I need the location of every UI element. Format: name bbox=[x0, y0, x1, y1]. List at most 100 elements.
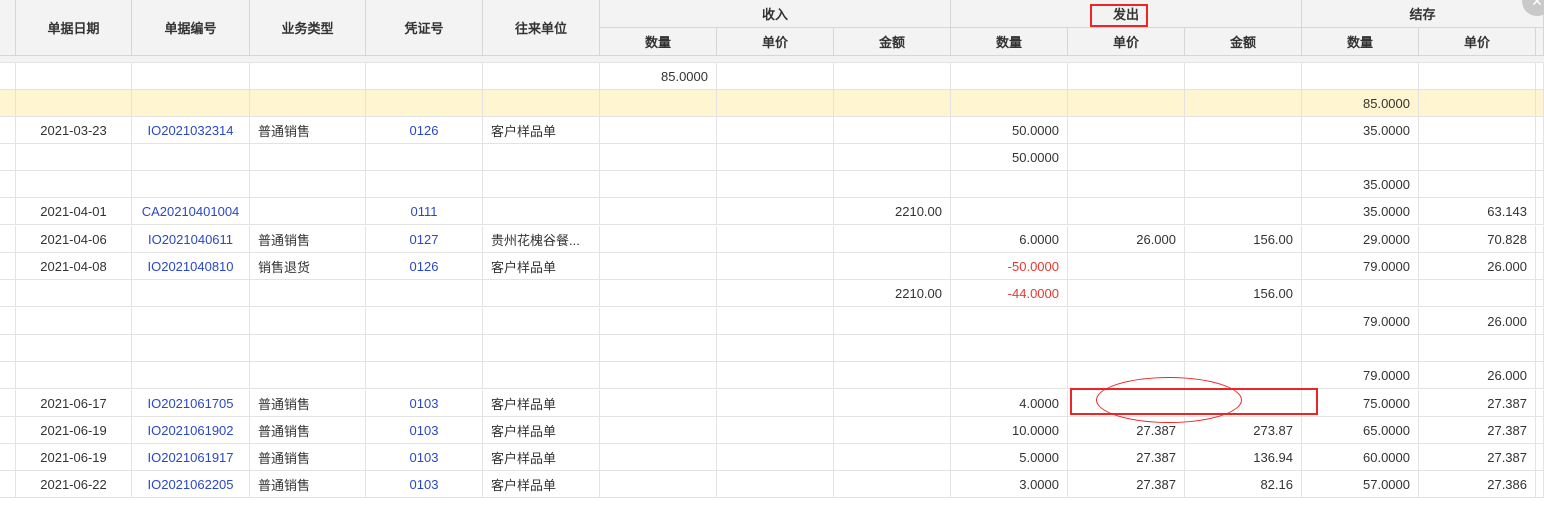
cell-out-qty bbox=[951, 335, 1068, 362]
cell-date: 2021-06-19 bbox=[16, 444, 132, 471]
cell-out-price bbox=[1068, 117, 1185, 144]
cell-out-qty: 4.0000 bbox=[951, 390, 1068, 417]
cell-bal-price bbox=[1419, 90, 1536, 117]
cell-in-qty bbox=[600, 144, 717, 171]
table-row[interactable]: 2021-03-23 IO2021032314 普通销售 0126 客户样品单 50.00… bbox=[0, 117, 1544, 144]
cell-biz-type: 普通销售 bbox=[250, 471, 366, 498]
table-row[interactable]: 2021-06-22 IO2021062205 普通销售 0103 客户样品单 3.000… bbox=[0, 471, 1544, 498]
col-header-bal-qty[interactable]: 数量 bbox=[1302, 28, 1419, 56]
cell-biz-type bbox=[250, 90, 366, 117]
cell-in-qty bbox=[600, 171, 717, 198]
cell-partner: 贵州花槐谷餐... bbox=[483, 226, 600, 253]
col-header-overflow bbox=[1536, 28, 1544, 56]
col-header-bal-price[interactable]: 单价 bbox=[1419, 28, 1536, 56]
cell-voucher bbox=[366, 308, 483, 335]
cell-in-amount bbox=[834, 253, 951, 280]
col-header-in-qty[interactable]: 数量 bbox=[600, 28, 717, 56]
cell-doc-no[interactable]: IO2021040611 bbox=[132, 226, 250, 253]
table-row[interactable]: 50.0000 bbox=[0, 144, 1544, 171]
cell-doc-no[interactable]: IO2021062205 bbox=[132, 471, 250, 498]
cell-bal-qty: 35.0000 bbox=[1302, 171, 1419, 198]
table-row[interactable]: 2210.00 -44.0000 156.00 bbox=[0, 280, 1544, 307]
table-row[interactable]: 2021-06-17 IO2021061705 普通销售 0103 客户样品单 4.000… bbox=[0, 390, 1544, 417]
stock-ledger-table: 单据日期 单据编号 业务类型 凭证号 往来单位 收入 发出 结存 数量 单价 金… bbox=[0, 0, 1544, 508]
cell-voucher[interactable]: 0111 bbox=[366, 198, 483, 225]
cell-doc-no[interactable]: IO2021040810 bbox=[132, 253, 250, 280]
cell-biz-type bbox=[250, 308, 366, 335]
cell-doc-no[interactable]: IO2021061705 bbox=[132, 390, 250, 417]
cell-out-qty: 6.0000 bbox=[951, 226, 1068, 253]
cell-in-price bbox=[717, 198, 834, 225]
col-header-voucher[interactable]: 凭证号 bbox=[366, 0, 483, 56]
cell-in-price bbox=[717, 417, 834, 444]
cell-out-qty: 5.0000 bbox=[951, 444, 1068, 471]
cell-partner: 客户样品单 bbox=[483, 471, 600, 498]
cell-bal-price bbox=[1419, 144, 1536, 171]
row-overflow bbox=[1536, 335, 1544, 362]
col-header-out-price[interactable]: 单价 bbox=[1068, 28, 1185, 56]
cell-voucher[interactable]: 0126 bbox=[366, 253, 483, 280]
table-row[interactable]: 2021-06-19 IO2021061902 普通销售 0103 客户样品单 10.00… bbox=[0, 417, 1544, 444]
table-row[interactable]: 79.0000 26.000 bbox=[0, 362, 1544, 389]
table-row[interactable] bbox=[0, 335, 1544, 362]
cell-in-qty bbox=[600, 90, 717, 117]
col-header-doc-no[interactable]: 单据编号 bbox=[132, 0, 250, 56]
cell-in-price bbox=[717, 117, 834, 144]
col-header-in-amount[interactable]: 金额 bbox=[834, 28, 951, 56]
row-overflow bbox=[1536, 117, 1544, 144]
group-header-balance: 结存 bbox=[1302, 0, 1544, 28]
cell-voucher[interactable]: 0103 bbox=[366, 390, 483, 417]
cell-in-qty bbox=[600, 444, 717, 471]
col-header-partner[interactable]: 往来单位 bbox=[483, 0, 600, 56]
row-selector bbox=[0, 144, 16, 171]
table-row[interactable]: 2021-04-08 IO2021040810 销售退货 0126 客户样品单 -50.0… bbox=[0, 253, 1544, 280]
col-header-date[interactable]: 单据日期 bbox=[16, 0, 132, 56]
cell-doc-no[interactable]: IO2021032314 bbox=[132, 117, 250, 144]
cell-bal-qty: 29.0000 bbox=[1302, 226, 1419, 253]
cell-bal-qty: 35.0000 bbox=[1302, 198, 1419, 225]
table-row[interactable]: 2021-04-01 CA20210401004 0111 2210.00 35.000… bbox=[0, 198, 1544, 225]
cell-in-price bbox=[717, 390, 834, 417]
cell-voucher bbox=[366, 362, 483, 389]
table-row[interactable]: 2021-04-06 IO2021040611 普通销售 0127 贵州花槐谷餐... 6… bbox=[0, 226, 1544, 253]
cell-voucher[interactable]: 0127 bbox=[366, 226, 483, 253]
cell-biz-type bbox=[250, 280, 366, 307]
table-row[interactable]: 2021-06-19 IO2021061917 普通销售 0103 客户样品单 5.000… bbox=[0, 444, 1544, 471]
cell-out-amount bbox=[1185, 171, 1302, 198]
col-header-out-qty[interactable]: 数量 bbox=[951, 28, 1068, 56]
col-header-biz-type[interactable]: 业务类型 bbox=[250, 0, 366, 56]
cell-biz-type bbox=[250, 335, 366, 362]
table-row[interactable]: 79.0000 26.000 bbox=[0, 308, 1544, 335]
row-selector bbox=[0, 444, 16, 471]
row-selector bbox=[0, 226, 16, 253]
cell-doc-no[interactable]: IO2021061917 bbox=[132, 444, 250, 471]
cell-partner bbox=[483, 63, 600, 90]
cell-voucher[interactable]: 0103 bbox=[366, 417, 483, 444]
cell-doc-no[interactable]: CA20210401004 bbox=[132, 198, 250, 225]
cell-out-amount: 82.16 bbox=[1185, 471, 1302, 498]
table-row[interactable]: 85.0000 bbox=[0, 90, 1544, 117]
cell-in-price bbox=[717, 471, 834, 498]
cell-in-price bbox=[717, 308, 834, 335]
cell-doc-no bbox=[132, 144, 250, 171]
cell-date bbox=[16, 63, 132, 90]
cell-doc-no[interactable]: IO2021061902 bbox=[132, 417, 250, 444]
cell-voucher[interactable]: 0126 bbox=[366, 117, 483, 144]
cell-date bbox=[16, 90, 132, 117]
cell-voucher bbox=[366, 144, 483, 171]
cell-voucher[interactable]: 0103 bbox=[366, 444, 483, 471]
cell-bal-price: 26.000 bbox=[1419, 308, 1536, 335]
cell-biz-type: 普通销售 bbox=[250, 417, 366, 444]
header-body-gap bbox=[0, 56, 1544, 63]
cell-out-amount bbox=[1185, 63, 1302, 90]
col-header-out-amount[interactable]: 金额 bbox=[1185, 28, 1302, 56]
cell-date: 2021-04-01 bbox=[16, 198, 132, 225]
table-header: 单据日期 单据编号 业务类型 凭证号 往来单位 收入 发出 结存 数量 单价 金… bbox=[0, 0, 1544, 56]
cell-voucher[interactable]: 0103 bbox=[366, 471, 483, 498]
cell-out-price bbox=[1068, 253, 1185, 280]
col-header-in-price[interactable]: 单价 bbox=[717, 28, 834, 56]
cell-bal-qty: 60.0000 bbox=[1302, 444, 1419, 471]
table-row[interactable]: 35.0000 bbox=[0, 171, 1544, 198]
table-row[interactable]: 85.0000 bbox=[0, 63, 1544, 90]
group-header-issue: 发出 bbox=[951, 0, 1302, 28]
